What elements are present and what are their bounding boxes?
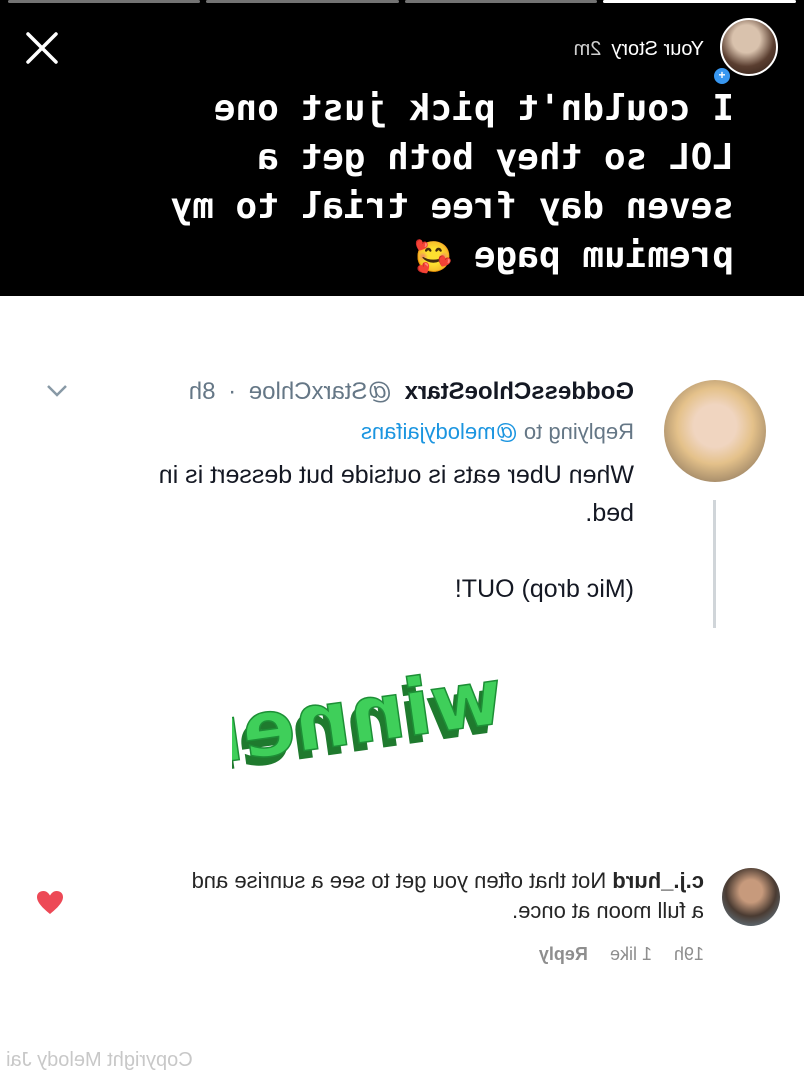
- copyright-watermark: Copyright Melody Jai: [6, 1049, 193, 1071]
- replying-to: Replying to @melodyjaifans: [44, 414, 634, 450]
- winner-sticker-art: winner! winner!: [158, 651, 510, 797]
- replying-mention-link[interactable]: @melodyjaifans: [361, 419, 518, 444]
- story-avatar[interactable]: [720, 18, 778, 76]
- comment-likes[interactable]: 1 like: [610, 944, 652, 964]
- story-caption-text: I couldn't pick just one LOL so they bot…: [170, 88, 734, 276]
- comment: c.j._hurd Not that often you get to see …: [184, 866, 704, 926]
- tweet-handle[interactable]: @StarxChloe: [249, 378, 392, 405]
- winner-sticker: winner! winner!: [158, 628, 522, 797]
- tweet: GoddessChloeStarx @StarxChloe · 8h Reply…: [44, 372, 634, 608]
- tweet-text: When Uber eats is outside but dessert is…: [158, 461, 634, 603]
- mirrored-screen: + Your Story 2m I couldn't pick just one …: [0, 0, 804, 1080]
- tweet-separator: ·: [228, 378, 237, 405]
- story-progress-bar: [8, 0, 796, 4]
- close-icon[interactable]: [24, 30, 60, 66]
- story-header: + Your Story 2m I couldn't pick just one …: [0, 0, 804, 296]
- story-username[interactable]: Your Story: [611, 38, 704, 60]
- tweet-display-name[interactable]: GoddessChloeStarx: [405, 378, 634, 405]
- comment-meta: 19h 1 like Reply: [517, 944, 704, 965]
- story-user-line: Your Story 2m: [574, 38, 704, 61]
- smiling-face-with-hearts-emoji: 🥰: [414, 240, 453, 275]
- tweet-time: 8h: [188, 378, 216, 405]
- comment-username[interactable]: c.j._hurd: [612, 868, 704, 893]
- winner-text: winner!: [232, 652, 509, 778]
- tweet-header: GoddessChloeStarx @StarxChloe · 8h: [44, 372, 634, 412]
- replying-prefix: Replying to: [523, 419, 634, 444]
- tweet-avatar[interactable]: [664, 380, 766, 482]
- story-caption: I couldn't pick just one LOL so they bot…: [54, 84, 734, 282]
- thread-line: [713, 500, 716, 628]
- plus-icon[interactable]: +: [712, 66, 732, 86]
- progress-segment: [603, 0, 796, 3]
- progress-segment: [405, 0, 598, 3]
- comment-time: 19h: [673, 944, 704, 964]
- heart-icon[interactable]: [36, 890, 64, 916]
- comment-reply-button[interactable]: Reply: [539, 944, 588, 964]
- progress-segment: [8, 0, 201, 3]
- chevron-down-icon[interactable]: [46, 384, 68, 398]
- comment-avatar[interactable]: [722, 868, 780, 926]
- progress-segment: [206, 0, 399, 3]
- story-time: 2m: [573, 38, 602, 60]
